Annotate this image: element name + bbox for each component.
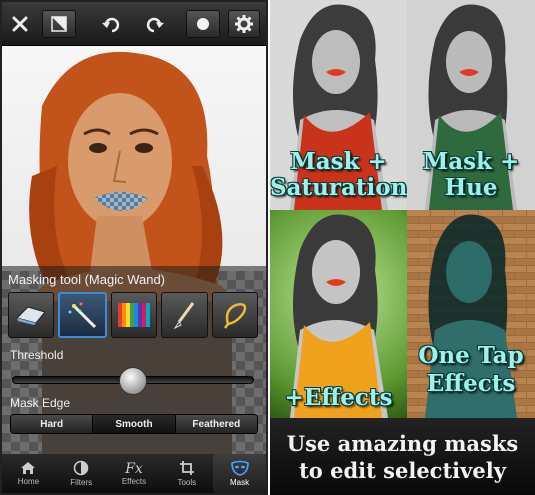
redo-icon[interactable] (142, 10, 168, 38)
tile-caption-line: +Effects (284, 384, 393, 411)
undo-icon[interactable] (98, 10, 124, 38)
mask-tool-row (8, 292, 259, 338)
threshold-label: Threshold (10, 348, 64, 362)
magic-wand-tool-button[interactable] (58, 292, 107, 338)
color-swatches-tool-button[interactable] (110, 292, 158, 338)
tile-mask-saturation: Mask + Saturation (270, 0, 407, 210)
crop-icon (179, 461, 194, 475)
eraser-icon (16, 306, 47, 325)
edge-option-smooth[interactable]: Smooth (93, 415, 176, 433)
filters-icon (73, 460, 89, 476)
color-swatches-icon (118, 303, 151, 327)
fx-icon: Fx (125, 461, 143, 477)
close-icon[interactable] (8, 10, 32, 38)
record-icon[interactable] (186, 10, 220, 38)
edge-option-feathered[interactable]: Feathered (175, 415, 257, 433)
lasso-tool-button[interactable] (211, 292, 259, 338)
edge-option-hard[interactable]: Hard (11, 415, 94, 433)
tab-tools-label: Tools (177, 478, 197, 487)
tile-caption-line: Hue (444, 174, 498, 201)
top-toolbar (2, 2, 266, 46)
screenshot: Masking tool (Magic Wand) Threshold Mask… (0, 0, 535, 495)
brush-icon (173, 302, 195, 330)
tile-caption-line: Mask + (422, 148, 520, 175)
tab-tools[interactable]: Tools (160, 454, 213, 493)
promo-banner-line: to edit selectively (299, 457, 506, 483)
promo-banner: Use amazing masks to edit selectively (270, 418, 535, 495)
photo-canvas[interactable]: Masking tool (Magic Wand) Threshold Mask… (2, 46, 266, 454)
tile-caption-line: One Tap (418, 342, 524, 369)
brush-tool-button[interactable] (161, 292, 208, 338)
tile-one-tap: One Tap Effects (407, 210, 535, 418)
tab-filters[interactable]: Filters (55, 454, 108, 493)
home-icon (21, 462, 36, 474)
tab-filters-label: Filters (70, 478, 93, 487)
tile-caption-line: Saturation (270, 174, 407, 201)
tab-home[interactable]: Home (2, 454, 55, 493)
magic-wand-icon (68, 302, 96, 329)
promo-banner-line: Use amazing masks (286, 430, 519, 456)
tab-home-label: Home (17, 477, 40, 486)
threshold-slider[interactable] (12, 367, 254, 395)
eraser-tool-button[interactable] (8, 292, 55, 338)
tile-caption-line: Effects (426, 370, 516, 397)
tile-caption-line: Mask + (290, 148, 387, 175)
tile-effects: +Effects (270, 210, 407, 418)
tab-effects-label: Effects (121, 477, 147, 486)
tile-mask-hue: Mask + Hue (407, 0, 535, 210)
gear-icon[interactable] (228, 10, 260, 38)
tab-mask-label: Mask (230, 478, 250, 487)
mask-edge-selector: Hard Smooth Feathered (10, 414, 258, 434)
masking-tool-panel: Masking tool (Magic Wand) Threshold Mask… (2, 266, 266, 454)
tab-mask[interactable]: Mask (213, 454, 266, 493)
editor-screen: Masking tool (Magic Wand) Threshold Mask… (0, 0, 268, 495)
threshold-slider-knob[interactable] (119, 367, 147, 395)
bottom-tab-bar: Home Filters Fx Effects Tools Mask (2, 454, 266, 493)
mask-edge-label: Mask Edge (10, 396, 71, 410)
masking-tool-title: Masking tool (Magic Wand) (8, 272, 166, 287)
lasso-icon (223, 303, 247, 329)
compare-icon[interactable] (42, 10, 76, 38)
tab-effects[interactable]: Fx Effects (108, 454, 161, 493)
mask-icon (230, 460, 249, 476)
